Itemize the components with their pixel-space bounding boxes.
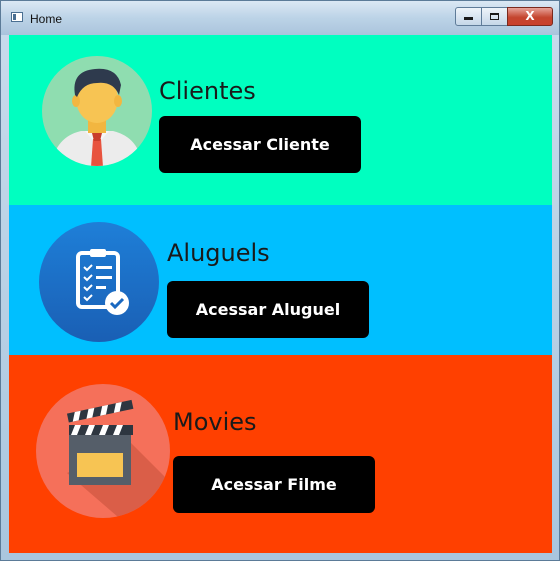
window-icon [11,12,23,22]
aluguels-heading: Aluguels [167,239,270,267]
window-title: Home [30,12,63,26]
minimize-icon [464,17,473,20]
clientes-heading: Clientes [159,77,256,105]
minimize-button[interactable] [455,7,482,26]
clipboard-checklist-icon [38,221,160,343]
app-window: Home X Clientes Acessar Cliente Aluguels… [0,0,560,561]
acessar-aluguel-button[interactable]: Acessar Aluguel [167,281,369,338]
movies-section: Movies Acessar Filme [9,355,552,553]
clapperboard-icon [35,383,171,519]
acessar-filme-button[interactable]: Acessar Filme [173,456,375,513]
movies-heading: Movies [173,408,257,436]
aluguels-section: Aluguels Acessar Aluguel [9,205,552,355]
acessar-cliente-button[interactable]: Acessar Cliente [159,116,361,173]
clientes-section: Clientes Acessar Cliente [9,35,552,205]
close-button[interactable]: X [507,7,553,26]
businessman-avatar-icon [41,55,153,167]
window-content: Clientes Acessar Cliente Aluguels Acessa… [9,35,552,553]
maximize-icon [490,13,499,20]
title-bar[interactable]: Home X [1,1,559,35]
maximize-button[interactable] [481,7,508,26]
